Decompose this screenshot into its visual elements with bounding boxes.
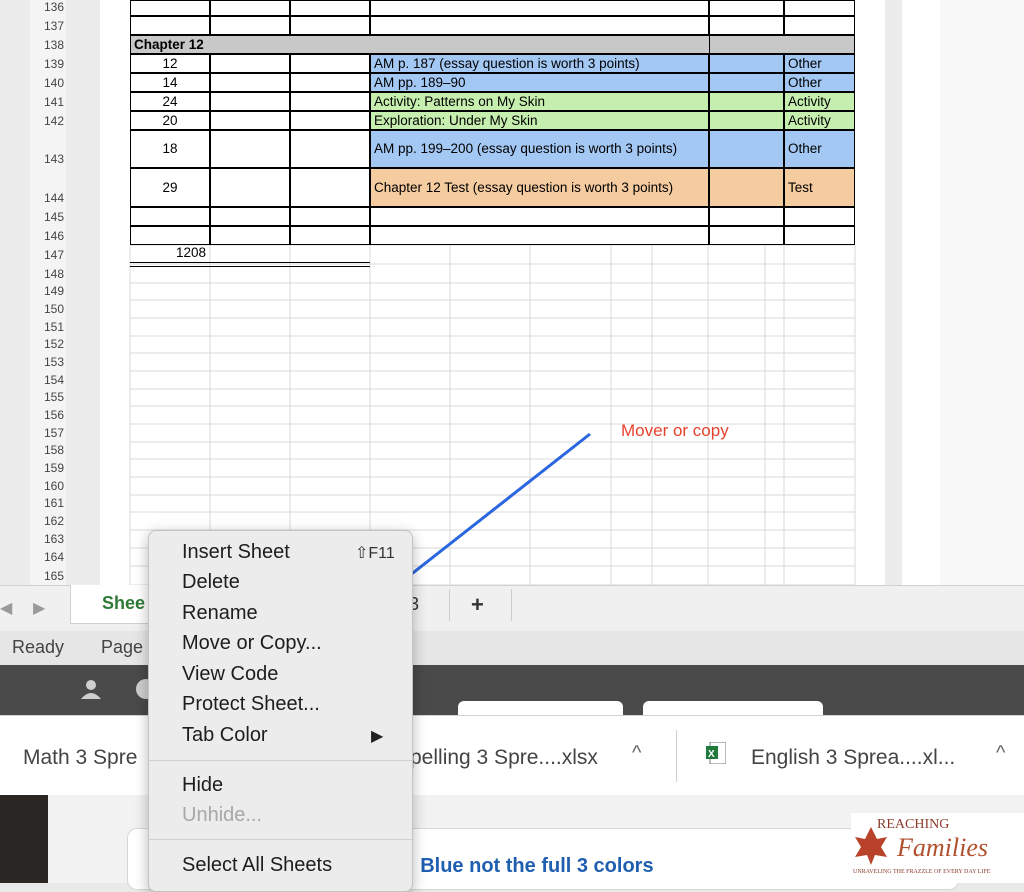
photo-thumbnail — [0, 795, 48, 883]
divider — [676, 730, 677, 782]
bottom-text: : Blue not the full 3 colors — [408, 855, 654, 877]
tab-divider — [511, 589, 512, 621]
menu-separator — [149, 760, 412, 761]
logo-line1: REACHING — [877, 817, 950, 832]
add-sheet-button[interactable]: + — [471, 592, 484, 618]
reaching-families-logo: REACHING Families UNRAVELING THE FRAZZLE… — [851, 813, 1024, 883]
menu-item-delete[interactable]: Delete — [182, 571, 240, 594]
page-card — [458, 701, 623, 715]
prev-sheet-icon[interactable]: ◀ — [0, 598, 12, 618]
menu-item-move-or-copy[interactable]: Move or Copy... — [182, 632, 322, 655]
menu-item-protect-sheet[interactable]: Protect Sheet... — [182, 693, 320, 716]
svg-text:X: X — [708, 749, 715, 760]
status-ready: Ready — [12, 637, 65, 657]
logo-tagline: UNRAVELING THE FRAZZLE OF EVERY DAY LIFE — [853, 869, 991, 875]
status-page: Page — [101, 637, 144, 657]
submenu-arrow-icon: ▶ — [371, 728, 384, 745]
insert-sheet-shortcut: ⇧F11 — [355, 545, 395, 562]
menu-item-tab-color[interactable]: Tab Color — [182, 724, 268, 747]
sheet-context-menu: Insert Sheet ⇧F11 Delete Rename Move or … — [148, 530, 413, 892]
logo-line2: Families — [897, 833, 988, 862]
person-icon[interactable] — [79, 677, 103, 701]
chevron-up-icon[interactable]: ^ — [996, 742, 1005, 765]
download-item-spelling[interactable]: pelling 3 Spre....xlsx — [410, 746, 598, 770]
page-card — [643, 701, 823, 715]
download-item-math[interactable]: Math 3 Spre — [23, 746, 137, 770]
excel-file-icon: X — [706, 742, 726, 764]
tab-divider — [449, 589, 450, 621]
menu-item-unhide: Unhide... — [182, 804, 263, 826]
menu-item-insert-sheet[interactable]: Insert Sheet — [182, 541, 290, 564]
menu-item-select-all-sheets[interactable]: Select All Sheets — [182, 854, 332, 877]
menu-item-rename[interactable]: Rename — [182, 602, 258, 625]
next-sheet-icon[interactable]: ▶ — [33, 598, 45, 618]
menu-separator — [149, 839, 412, 840]
menu-item-view-code[interactable]: View Code — [182, 663, 278, 686]
sheet-tab-label: Shee — [102, 593, 146, 613]
chevron-up-icon[interactable]: ^ — [632, 742, 641, 765]
menu-item-hide[interactable]: Hide — [182, 774, 223, 797]
download-item-english[interactable]: English 3 Sprea....xl... — [751, 746, 955, 770]
